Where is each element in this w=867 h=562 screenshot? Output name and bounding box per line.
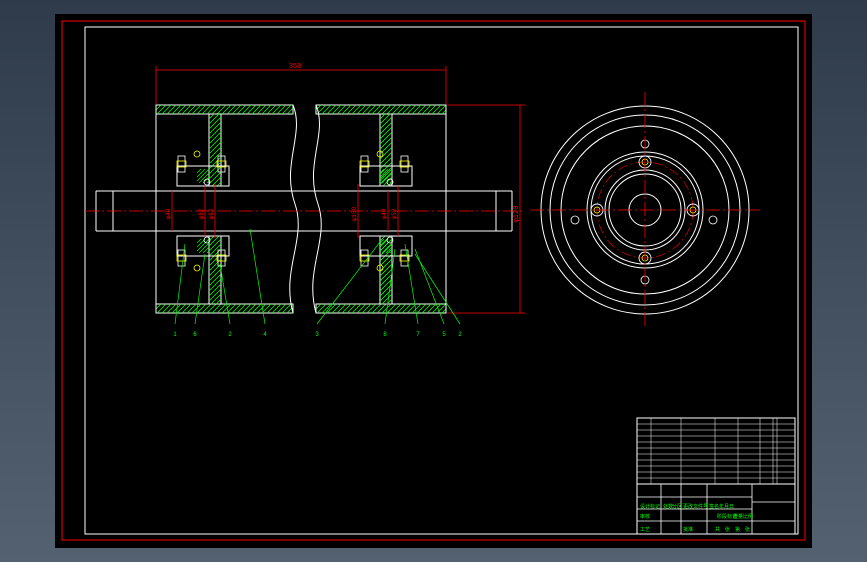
dimension-text-left-shaft: φ40	[165, 208, 172, 219]
part-number-label: 6	[193, 332, 197, 338]
end-view-small-bolt	[708, 215, 718, 225]
end-view-small-bolt	[570, 215, 580, 225]
bolt	[360, 155, 369, 173]
title-label-change-doc: 更改文件号	[683, 503, 708, 510]
title-label-check: 审核	[640, 513, 650, 520]
title-label-signature: 签名	[709, 503, 719, 510]
title-label-date: 年月日	[719, 503, 734, 510]
dimension-text-hub-diameter: φ130	[351, 206, 358, 221]
title-label-weight: 重量	[733, 513, 743, 520]
title-label-approve: 批准	[683, 526, 693, 533]
part-number-label: 1	[173, 332, 177, 338]
bolt	[400, 155, 409, 173]
title-label-sheet-no: 第	[735, 526, 740, 533]
bolt	[177, 155, 186, 173]
dimension-text-left-bore: φ52	[198, 208, 205, 219]
roller-end-view	[530, 92, 760, 328]
end-view-bolts	[570, 139, 718, 285]
part-number-label: 4	[263, 332, 267, 338]
part-number-label: 5	[442, 332, 446, 338]
bolt-head	[193, 264, 201, 272]
dimension-overall-length: 350	[155, 63, 447, 104]
title-label-mark: 标记	[650, 503, 660, 510]
title-label-sheet: 张	[745, 526, 750, 533]
leader-line	[249, 228, 266, 325]
title-block: 设计 标记 处数 分区 更改文件号 签名 年月日 审核 工艺 批准 阶段标记 重…	[636, 417, 796, 535]
sheet-outer-border	[61, 20, 806, 541]
break-line-right	[312, 104, 322, 314]
part-number-label: 7	[416, 332, 420, 338]
part-number-label: 2	[228, 332, 232, 338]
title-label-sheets: 张	[725, 526, 730, 533]
part-number-label: 3	[315, 332, 319, 338]
cad-drawing-canvas: 350 φ120 φ40 φ52 φ62 φ130 φ40 φ52 1 6 2 4 3 8…	[61, 20, 806, 541]
top-shell	[155, 104, 447, 115]
title-label-total: 共	[715, 526, 720, 533]
dimension-text-outer-diameter: φ120	[513, 206, 521, 223]
drawing-viewport[interactable]: 350 φ120 φ40 φ52 φ62 φ130 φ40 φ52 1 6 2 4 3 8…	[55, 14, 812, 548]
dimension-text-length: 350	[289, 63, 302, 71]
title-label-process: 工艺	[640, 527, 650, 533]
dimension-text-left-inner: φ62	[208, 208, 215, 219]
bolt	[360, 249, 369, 267]
dimension-shaft-diameters: φ40 φ52 φ62 φ130 φ40 φ52	[165, 184, 399, 238]
dimension-text-right-shaft: φ40	[381, 208, 388, 219]
break-line-left	[289, 104, 299, 314]
dimension-text-right-bore: φ52	[391, 208, 398, 219]
bottom-shell	[155, 303, 447, 314]
roller-section-view: 350 φ120 φ40 φ52 φ62 φ130 φ40 φ52 1 6 2 4 3 8…	[85, 63, 525, 338]
part-number-label: 2	[458, 332, 462, 338]
parts-list-table	[636, 417, 796, 485]
part-number-label: 8	[383, 332, 387, 338]
title-label-zone: 分区	[672, 503, 682, 510]
bolt-head	[193, 150, 201, 158]
title-label-scale: 比例	[743, 513, 753, 520]
title-label-designer: 设计	[640, 503, 650, 510]
dimension-outer-diameter: φ120	[447, 104, 525, 314]
